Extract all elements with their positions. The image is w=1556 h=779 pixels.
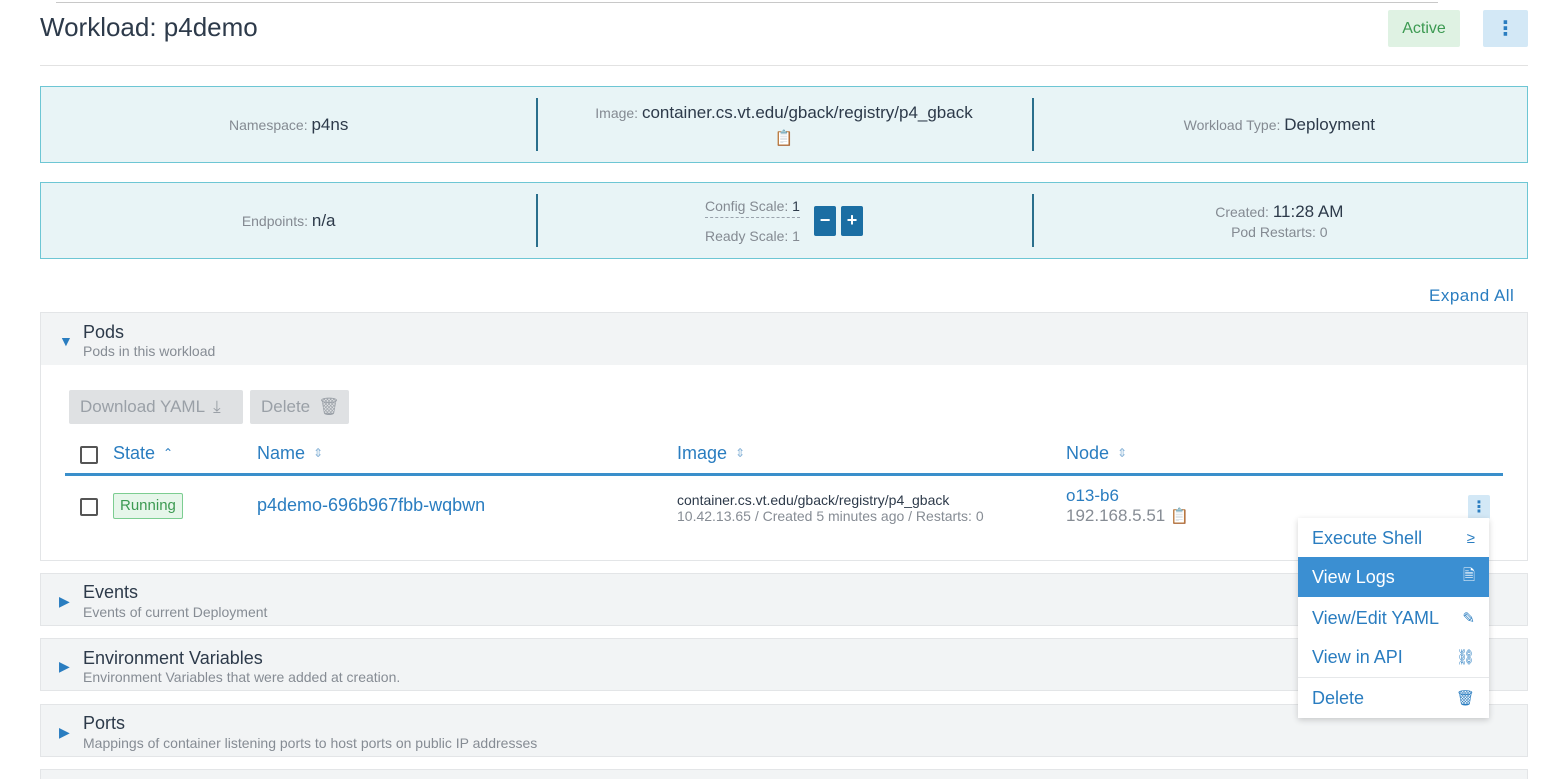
expand-triangle-icon[interactable]: ▶ [59, 593, 70, 610]
pod-restarts-label: Pod Restarts: [1231, 223, 1316, 240]
name-header-label: Name [257, 443, 306, 463]
menu-item-label: View/Edit YAML [1312, 607, 1440, 628]
kebab-icon: ⋮ [1471, 499, 1487, 516]
download-yaml-button[interactable]: Download YAML ⤓ [69, 390, 243, 424]
bulk-delete-label: Delete [261, 397, 311, 416]
section-subtitle: Mappings of container listening ports to… [83, 735, 538, 751]
sort-icon: ⇕ [313, 446, 324, 460]
menu-item-label: View in API [1312, 646, 1403, 667]
namespace-cell: Namespace: p4ns [41, 87, 536, 162]
copy-icon[interactable]: 📋 [775, 129, 794, 147]
expand-all-link[interactable]: Expand All [1429, 286, 1514, 306]
endpoints-label: Endpoints: [241, 212, 308, 229]
expand-triangle-icon[interactable]: ▶ [59, 724, 70, 741]
menu-item-label: Delete [1312, 687, 1365, 708]
bulk-delete-button[interactable]: Delete 🗑 [250, 390, 349, 424]
menu-item-view-edit-yaml[interactable]: View/Edit YAML ✎ [1298, 598, 1489, 638]
select-all-checkbox[interactable] [80, 446, 98, 464]
image-cell: Image: container.cs.vt.edu/gback/registr… [536, 87, 1031, 162]
section-title: Ports [83, 713, 126, 733]
endpoints-cell: Endpoints: n/a [41, 183, 536, 258]
scale-info-box: Endpoints: n/a Config Scale: 1 Ready Sca… [40, 182, 1528, 259]
kebab-icon: ⋮ [1495, 18, 1516, 40]
row-checkbox[interactable] [80, 498, 98, 516]
pod-context-menu: Execute Shell ≥ View Logs 🗎 View/Edit YA… [1298, 518, 1489, 718]
sort-asc-icon: ⌃ [163, 446, 174, 460]
menu-item-label: Execute Shell [1312, 527, 1423, 548]
terminal-icon: ≥ [1466, 529, 1475, 547]
sort-icon: ⇕ [735, 446, 746, 460]
pod-state-badge: Running [113, 493, 183, 519]
pod-name-link[interactable]: p4demo-696b967fbb-wqbwn [257, 495, 485, 516]
column-header-name[interactable]: Name ⇕ [257, 443, 323, 464]
ready-scale-label: Ready Scale: [705, 227, 789, 244]
header-divider [40, 65, 1528, 66]
pods-title: Pods [83, 322, 125, 342]
download-icon: ⤓ [213, 397, 221, 416]
expand-triangle-icon[interactable]: ▶ [59, 658, 70, 675]
column-header-state[interactable]: State ⌃ [113, 443, 173, 464]
node-ip: 192.168.5.51 📋 [1066, 506, 1189, 526]
section-subtitle: Environment Variables that were added at… [83, 669, 401, 685]
config-scale-value: 1 [792, 197, 800, 214]
workload-type-cell: Workload Type: Deployment [1031, 87, 1527, 162]
pencil-icon: ✎ [1462, 610, 1475, 627]
page-title: Workload: p4demo [40, 12, 258, 42]
menu-item-delete[interactable]: Delete 🗑 [1298, 678, 1489, 718]
menu-item-execute-shell[interactable]: Execute Shell ≥ [1298, 518, 1489, 558]
file-icon: 🗎 [1462, 566, 1475, 584]
trash-icon: 🗑 [1455, 690, 1475, 707]
section-subtitle: Events of current Deployment [83, 604, 268, 620]
section-title: Events [83, 582, 139, 602]
state-header-label: State [113, 443, 156, 463]
pods-subtitle: Pods in this workload [83, 343, 216, 359]
pod-restarts-value: 0 [1319, 223, 1328, 240]
node-link[interactable]: o13-b6 [1066, 486, 1119, 506]
top-edge [56, 0, 1438, 3]
row-actions-button[interactable]: ⋮ [1468, 495, 1490, 519]
workload-type-label: Workload Type: [1183, 116, 1281, 133]
scale-up-button[interactable]: + [840, 205, 863, 236]
workload-actions-button[interactable]: ⋮ [1483, 10, 1528, 47]
menu-item-view-logs[interactable]: View Logs 🗎 [1298, 557, 1489, 597]
namespace-label: Namespace: [228, 116, 308, 133]
column-header-image[interactable]: Image ⇕ [677, 443, 745, 464]
collapse-triangle-icon[interactable]: ▼ [59, 333, 73, 349]
link-icon: ⛓ [1455, 649, 1475, 666]
copy-icon[interactable]: 📋 [1170, 508, 1189, 525]
pod-meta: 10.42.13.65 / Created 5 minutes ago / Re… [677, 508, 984, 524]
menu-item-view-in-api[interactable]: View in API ⛓ [1298, 637, 1489, 677]
created-value: 11:28 AM [1272, 201, 1344, 221]
image-header-label: Image [677, 443, 728, 463]
created-cell: Created: 11:28 AM Pod Restarts: 0 [1031, 183, 1527, 258]
workload-info-box: Namespace: p4ns Image: container.cs.vt.e… [40, 86, 1528, 163]
download-yaml-label: Download YAML [80, 397, 206, 416]
scale-down-button[interactable]: − [813, 205, 836, 236]
column-header-node[interactable]: Node ⇕ [1066, 443, 1127, 464]
node-header-label: Node [1066, 443, 1110, 463]
endpoints-value: n/a [311, 210, 336, 230]
workload-type-value: Deployment [1284, 114, 1375, 134]
pods-section-header[interactable]: ▼ Pods Pods in this workload [40, 312, 1528, 366]
image-label: Image: [595, 104, 639, 121]
ready-scale-value: 1 [792, 227, 800, 244]
pod-image: container.cs.vt.edu/gback/registry/p4_gb… [677, 492, 950, 508]
image-value: container.cs.vt.edu/gback/registry/p4_gb… [641, 102, 973, 122]
table-header-rule [65, 473, 1503, 476]
section-title: Environment Variables [83, 648, 263, 668]
next-section-header[interactable] [40, 769, 1528, 779]
status-badge: Active [1388, 10, 1460, 47]
config-scale-label: Config Scale: [705, 197, 789, 214]
created-label: Created: [1215, 203, 1269, 220]
namespace-value: p4ns [311, 114, 349, 134]
scale-cell: Config Scale: 1 Ready Scale: 1 − + [536, 183, 1031, 258]
sort-icon: ⇕ [1117, 446, 1128, 460]
node-ip-value: 192.168.5.51 [1066, 506, 1166, 525]
trash-icon: 🗑 [318, 397, 340, 416]
menu-item-label: View Logs [1312, 566, 1395, 587]
